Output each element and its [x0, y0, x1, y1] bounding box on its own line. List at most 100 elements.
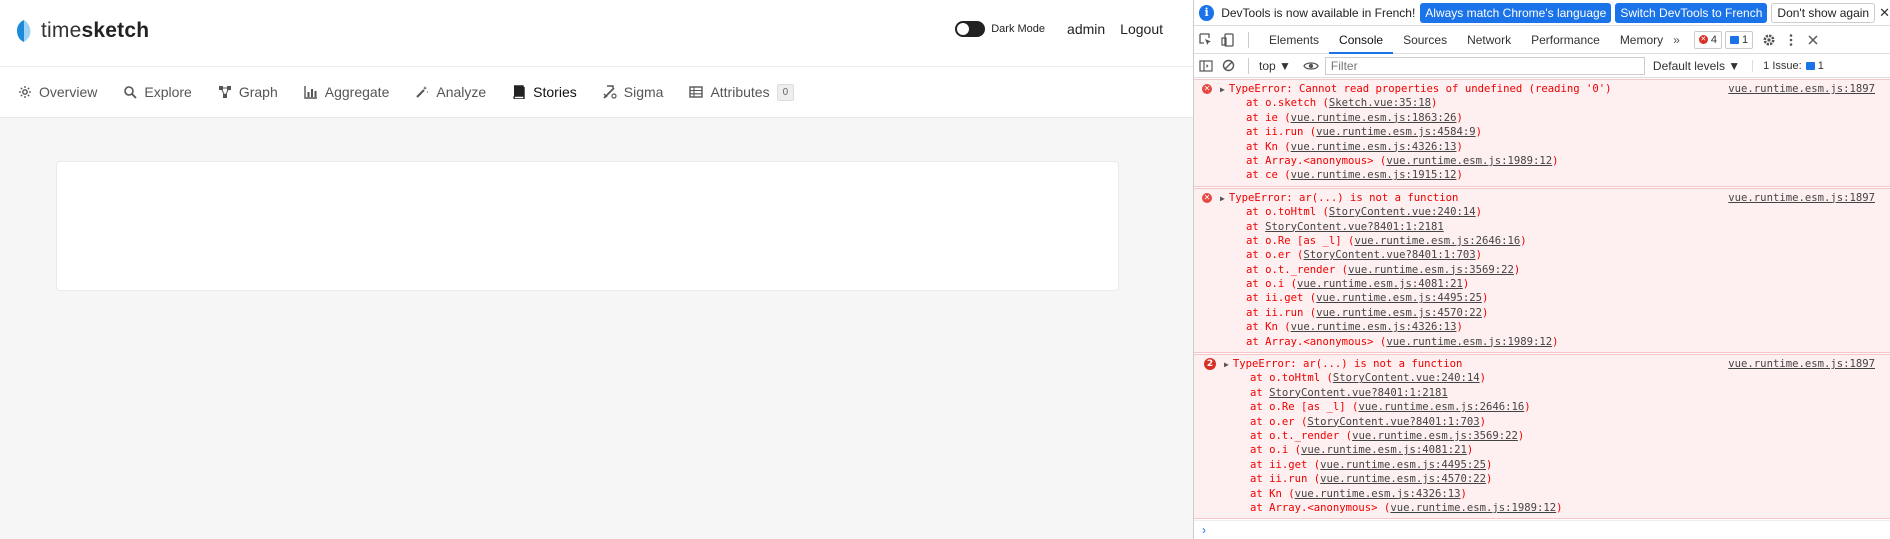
language-infobar: i DevTools is now available in French! A… — [1194, 0, 1890, 26]
stack-frame: at ii.get (vue.runtime.esm.js:4495:25) — [1194, 291, 1890, 305]
nav-label: Graph — [238, 84, 278, 100]
frame-location-link[interactable]: StoryContent.vue:240:14 — [1329, 206, 1476, 218]
close-icon[interactable]: ✕ — [1879, 5, 1890, 21]
nav-analyze[interactable]: Analyze — [415, 84, 486, 100]
issues-label: 1 Issue: — [1763, 59, 1802, 72]
nav-label: Analyze — [436, 84, 487, 100]
tab-network[interactable]: Network — [1457, 26, 1521, 54]
match-language-button[interactable]: Always match Chrome's language — [1420, 2, 1612, 23]
tab-console[interactable]: Console — [1329, 26, 1394, 54]
error-headline[interactable]: ▶ TypeError: Cannot read properties of un… — [1194, 82, 1890, 96]
clear-console-icon[interactable] — [1220, 58, 1236, 74]
stack-frame: at StoryContent.vue?8401:1:2181 — [1194, 386, 1890, 400]
frame-location-link[interactable]: vue.runtime.esm.js:4570:22 — [1320, 473, 1486, 485]
error-headline[interactable]: ▶ TypeError: ar(...) is not a function vue… — [1194, 191, 1890, 205]
stack-frame: at ie (vue.runtime.esm.js:1863:26) — [1194, 111, 1890, 125]
expand-triangle-icon[interactable]: ▶ — [1220, 83, 1225, 97]
frame-function: at ce ( — [1246, 169, 1291, 182]
info-icon: i — [1199, 4, 1215, 21]
filter-input[interactable] — [1324, 56, 1645, 75]
message-count: 1 — [1741, 33, 1749, 46]
device-toolbar-icon[interactable] — [1220, 32, 1236, 48]
frame-location-link[interactable]: StoryContent.vue:240:14 — [1333, 372, 1480, 384]
frame-location-link[interactable]: vue.runtime.esm.js:3569:22 — [1352, 430, 1518, 442]
nav-overview[interactable]: Overview — [18, 84, 97, 100]
stack-frame: at ce (vue.runtime.esm.js:1915:12) — [1194, 168, 1890, 182]
nav-attributes[interactable]: Attributes 0 — [689, 83, 795, 101]
frame-location-link[interactable]: vue.runtime.esm.js:4081:21 — [1297, 278, 1463, 290]
nav-graph[interactable]: Graph — [218, 84, 278, 100]
username[interactable]: admin — [1067, 21, 1105, 37]
frame-location-link[interactable]: vue.runtime.esm.js:4584:9 — [1316, 126, 1475, 138]
source-link[interactable]: vue.runtime.esm.js:1897 — [1728, 82, 1875, 96]
frame-location-link[interactable]: StoryContent.vue?8401:1:703 — [1303, 249, 1475, 261]
dark-mode-toggle[interactable] — [955, 21, 986, 37]
frame-location-link[interactable]: vue.runtime.esm.js:4081:21 — [1301, 444, 1467, 456]
frame-location-link[interactable]: StoryContent.vue?8401:1:2181 — [1265, 221, 1444, 233]
expand-triangle-icon[interactable]: ▶ — [1224, 358, 1229, 372]
kebab-menu-icon[interactable] — [1783, 32, 1799, 48]
frame-end: ) — [1456, 321, 1463, 334]
stack-frame: at ii.run (vue.runtime.esm.js:4570:22) — [1194, 306, 1890, 320]
frame-location-link[interactable]: vue.runtime.esm.js:1989:12 — [1390, 502, 1556, 514]
more-tabs-icon[interactable]: » — [1673, 33, 1680, 47]
console-error-message[interactable]: 2 ▶ TypeError: ar(...) is not a function vu… — [1194, 354, 1890, 520]
frame-location-link[interactable]: vue.runtime.esm.js:1863:26 — [1291, 112, 1457, 124]
nav-label: Overview — [39, 84, 98, 100]
frame-function: at o.t._render ( — [1246, 263, 1349, 276]
frame-location-link[interactable]: vue.runtime.esm.js:4570:22 — [1316, 307, 1482, 319]
console-prompt[interactable]: › — [1194, 520, 1890, 538]
tab-performance[interactable]: Performance — [1521, 26, 1610, 54]
tab-elements[interactable]: Elements — [1259, 26, 1329, 54]
frame-function: at Kn ( — [1246, 140, 1291, 153]
frame-location-link[interactable]: vue.runtime.esm.js:4326:13 — [1295, 488, 1461, 500]
stack-frame: at Kn (vue.runtime.esm.js:4326:13) — [1194, 320, 1890, 334]
close-devtools-icon[interactable] — [1805, 32, 1821, 48]
frame-location-link[interactable]: StoryContent.vue?8401:1:2181 — [1269, 387, 1448, 399]
frame-location-link[interactable]: vue.runtime.esm.js:4495:25 — [1316, 292, 1482, 304]
frame-end: ) — [1524, 401, 1531, 414]
logout-link[interactable]: Logout — [1120, 21, 1163, 37]
frame-location-link[interactable]: vue.runtime.esm.js:4326:13 — [1291, 141, 1457, 153]
nav-aggregate[interactable]: Aggregate — [304, 84, 389, 100]
frame-location-link[interactable]: Sketch.vue:35:18 — [1329, 97, 1431, 109]
frame-end: ) — [1430, 97, 1438, 110]
message-counter[interactable]: 1 — [1724, 30, 1754, 49]
frame-location-link[interactable]: vue.runtime.esm.js:2646:16 — [1358, 401, 1524, 413]
nav-sigma[interactable]: Sigma — [603, 84, 663, 100]
logo[interactable]: timesketch — [13, 18, 149, 44]
sidebar-toggle-icon[interactable] — [1198, 58, 1214, 74]
frame-location-link[interactable]: StoryContent.vue?8401:1:703 — [1307, 416, 1479, 428]
tab-sources[interactable]: Sources — [1393, 26, 1457, 54]
frame-location-link[interactable]: vue.runtime.esm.js:1989:12 — [1386, 155, 1552, 167]
log-levels-dropdown[interactable]: Default levels ▼ — [1653, 59, 1740, 73]
inspect-element-icon[interactable] — [1198, 32, 1214, 48]
gear-icon[interactable] — [1761, 32, 1777, 48]
error-counter[interactable]: ✕ 4 — [1693, 30, 1722, 49]
frame-end: ) — [1517, 429, 1525, 442]
error-headline[interactable]: ▶ TypeError: ar(...) is not a function vue… — [1194, 357, 1890, 371]
stack-frame: at o.er (StoryContent.vue?8401:1:703) — [1194, 248, 1890, 262]
frame-end: ) — [1456, 169, 1463, 182]
console-error-message[interactable]: ✕ ▶ TypeError: Cannot read properties of u… — [1194, 79, 1890, 187]
frame-location-link[interactable]: vue.runtime.esm.js:2646:16 — [1354, 235, 1520, 247]
context-selector[interactable]: top ▼ — [1259, 59, 1291, 73]
issues-button[interactable]: 1 Issue: 1 — [1752, 59, 1824, 72]
console-error-message[interactable]: ✕ ▶ TypeError: ar(...) is not a function vu… — [1194, 187, 1890, 354]
nav-stories[interactable]: Stories — [512, 84, 577, 100]
frame-end: ) — [1456, 111, 1463, 124]
source-link[interactable]: vue.runtime.esm.js:1897 — [1728, 191, 1875, 205]
frame-location-link[interactable]: vue.runtime.esm.js:3569:22 — [1348, 264, 1514, 276]
expand-triangle-icon[interactable]: ▶ — [1220, 192, 1225, 206]
eye-icon[interactable] — [1303, 58, 1319, 74]
frame-location-link[interactable]: vue.runtime.esm.js:1915:12 — [1291, 169, 1457, 181]
nav-explore[interactable]: Explore — [123, 84, 192, 100]
source-link[interactable]: vue.runtime.esm.js:1897 — [1728, 357, 1875, 371]
frame-location-link[interactable]: vue.runtime.esm.js:1989:12 — [1386, 336, 1552, 348]
attributes-count-badge: 0 — [776, 83, 795, 101]
frame-location-link[interactable]: vue.runtime.esm.js:4326:13 — [1291, 321, 1457, 333]
dont-show-again-button[interactable]: Don't show again — [1771, 2, 1876, 23]
tab-memory[interactable]: Memory — [1610, 26, 1673, 54]
frame-location-link[interactable]: vue.runtime.esm.js:4495:25 — [1320, 459, 1486, 471]
switch-french-button[interactable]: Switch DevTools to French — [1615, 2, 1768, 23]
